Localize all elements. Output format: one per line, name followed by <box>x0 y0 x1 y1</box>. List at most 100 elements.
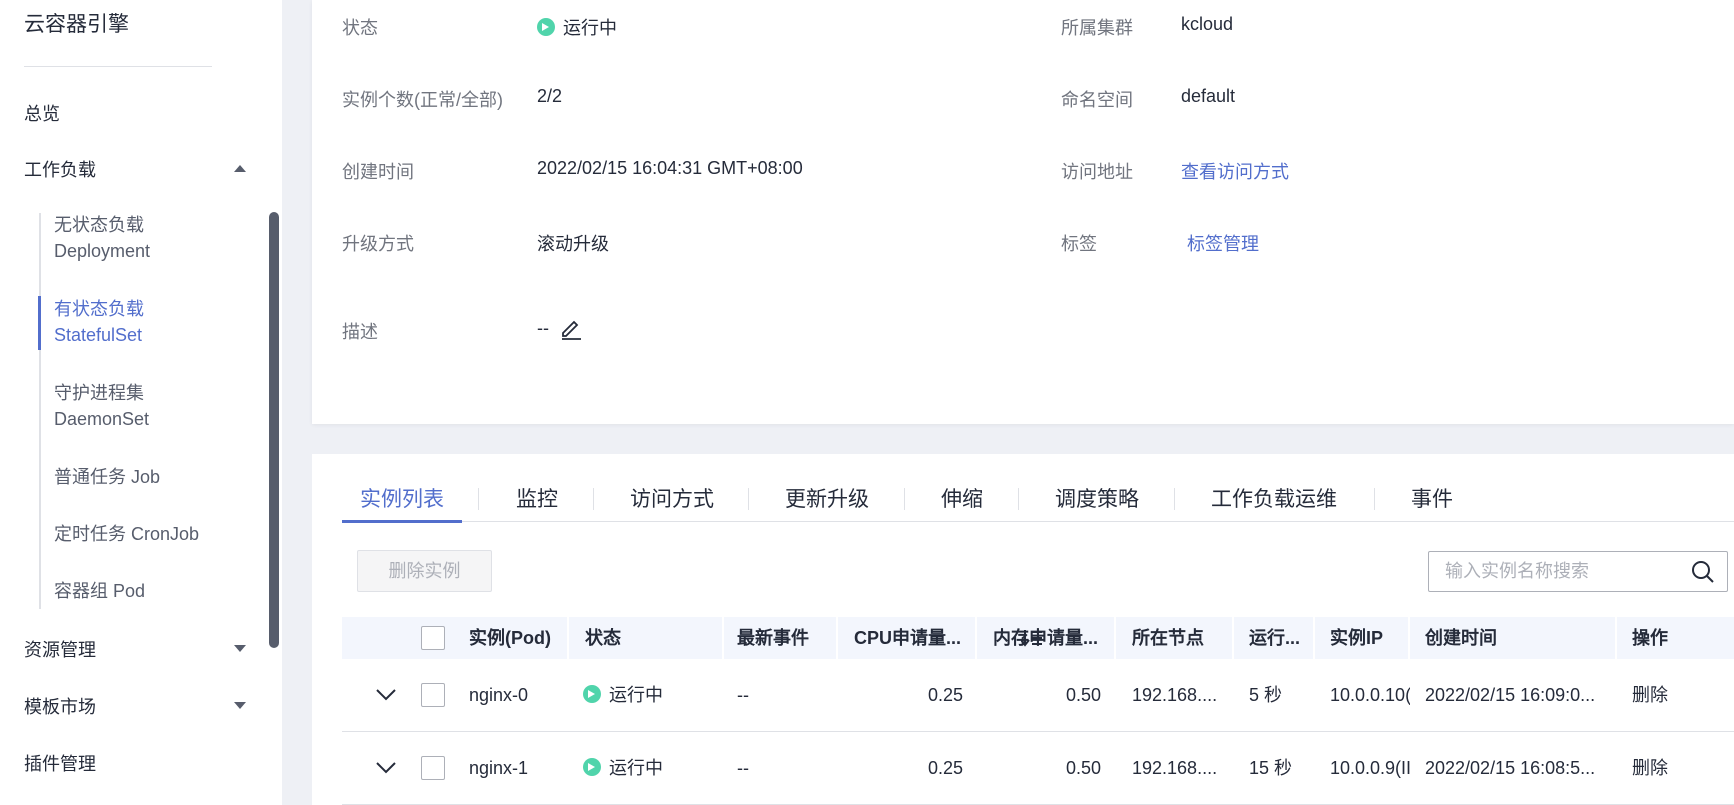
instances-label: 实例个数(正常/全部) <box>342 90 503 110</box>
pod-node-link[interactable]: 192.168.... <box>1132 732 1227 804</box>
column-divider <box>567 617 569 659</box>
delete-instance-button[interactable]: 删除实例 <box>357 550 492 592</box>
created-label: 创建时间 <box>342 162 414 182</box>
pod-cpu: 0.25 <box>927 685 963 705</box>
tab-instance-list[interactable]: 实例列表 <box>360 483 444 513</box>
pod-memory: 0.50 <box>1065 758 1101 778</box>
tab-events[interactable]: 事件 <box>1411 483 1453 513</box>
status-text: 运行中 <box>609 758 663 778</box>
tab-divider <box>1174 488 1175 510</box>
select-all-checkbox[interactable] <box>421 626 445 650</box>
delete-pod-link[interactable]: 删除 <box>1632 732 1692 804</box>
access-label: 访问地址 <box>1061 162 1133 182</box>
tab-monitoring[interactable]: 监控 <box>516 483 558 513</box>
header-cpu: CPU申请量... <box>854 628 962 648</box>
upgrade-value: 滚动升级 <box>537 234 609 254</box>
column-divider <box>1408 617 1410 659</box>
sidebar-item-label: 有状态负载 <box>54 299 144 319</box>
tab-divider <box>1018 488 1019 510</box>
status-text: 运行中 <box>609 685 663 705</box>
tab-scaling[interactable]: 伸缩 <box>941 483 983 513</box>
pod-status: 运行中 <box>583 732 713 804</box>
namespace-label: 命名空间 <box>1061 90 1133 110</box>
sidebar-item-cronjob[interactable]: 定时任务 CronJob <box>54 521 199 547</box>
sidebar-item-pod[interactable]: 容器组 Pod <box>54 578 145 604</box>
pod-node-link[interactable]: 192.168.... <box>1132 659 1227 731</box>
running-icon <box>583 685 601 703</box>
caret-down-icon[interactable] <box>234 702 246 709</box>
table-row: nginx-0 运行中 -- 0.25 0.50 192.168.... 5 秒… <box>342 659 1734 732</box>
pod-ip: 10.0.0.9(II <box>1330 758 1410 778</box>
pod-ip: 10.0.0.10( <box>1330 685 1410 705</box>
tab-divider <box>748 488 749 510</box>
instances-value: 2/2 <box>537 86 563 106</box>
edit-icon[interactable] <box>559 316 583 340</box>
status-label: 状态 <box>342 18 378 38</box>
sidebar-scrollbar[interactable] <box>269 212 279 648</box>
row-checkbox[interactable] <box>421 756 445 780</box>
cluster-label: 所属集群 <box>1061 18 1133 38</box>
tab-scheduling[interactable]: 调度策略 <box>1055 483 1139 513</box>
column-divider <box>1232 617 1234 659</box>
row-checkbox[interactable] <box>421 683 445 707</box>
sidebar-item-statefulset[interactable]: 有状态负载 StatefulSet <box>54 296 144 348</box>
tab-divider <box>904 488 905 510</box>
sidebar-item-resource[interactable]: 资源管理 <box>24 636 96 662</box>
sidebar-item-daemonset[interactable]: 守护进程集 DaemonSet <box>54 380 149 432</box>
tags-label: 标签 <box>1061 234 1097 254</box>
tab-workload-ops[interactable]: 工作负载运维 <box>1211 483 1337 513</box>
sidebar-item-plugin[interactable]: 插件管理 <box>24 750 96 776</box>
header-created: 创建时间 <box>1425 628 1497 648</box>
header-status: 状态 <box>585 628 621 648</box>
sidebar-title: 云容器引擎 <box>24 13 129 36</box>
column-divider <box>1114 617 1116 659</box>
view-access-link[interactable]: 查看访问方式 <box>1181 158 1289 184</box>
chevron-down-icon[interactable] <box>375 761 397 775</box>
sidebar-item-label: 无状态负载 <box>54 215 144 235</box>
status-text: 运行中 <box>563 18 617 38</box>
search-input[interactable] <box>1429 552 1679 591</box>
header-pod: 实例(Pod) <box>469 628 551 648</box>
column-divider <box>1313 617 1315 659</box>
tab-divider <box>593 488 594 510</box>
caret-down-icon[interactable] <box>234 645 246 652</box>
header-action: 操作 <box>1632 628 1668 648</box>
tab-access[interactable]: 访问方式 <box>630 483 714 513</box>
namespace-value: default <box>1181 86 1236 106</box>
pod-status: 运行中 <box>583 659 713 731</box>
manage-tags-link[interactable]: 标签管理 <box>1187 230 1259 256</box>
running-icon <box>537 18 555 36</box>
pod-runtime: 15 秒 <box>1249 758 1293 778</box>
pod-event: -- <box>737 758 749 778</box>
sidebar-item-deployment[interactable]: 无状态负载 Deployment <box>54 212 150 264</box>
sidebar-item-overview[interactable]: 总览 <box>24 100 60 126</box>
pod-name: nginx-0 <box>469 685 529 705</box>
sidebar-item-job[interactable]: 普通任务 Job <box>54 464 160 490</box>
tab-bar: 实例列表 监控 访问方式 更新升级 伸缩 调度策略 工作负载运维 事件 <box>342 478 1734 523</box>
delete-pod-link[interactable]: 删除 <box>1632 659 1692 731</box>
table-row: nginx-1 运行中 -- 0.25 0.50 192.168.... 15 … <box>342 732 1734 805</box>
column-divider <box>975 617 977 659</box>
sidebar-item-sublabel: DaemonSet <box>54 409 150 429</box>
pod-event: -- <box>737 685 749 705</box>
pod-runtime: 5 秒 <box>1249 685 1283 705</box>
sidebar-item-workload[interactable]: 工作负载 <box>24 156 96 182</box>
search-icon[interactable] <box>1691 560 1715 584</box>
header-event: 最新事件 <box>737 628 809 648</box>
workload-detail-card <box>312 0 1734 424</box>
cluster-value: kcloud <box>1181 14 1234 34</box>
tab-upgrade[interactable]: 更新升级 <box>785 483 869 513</box>
desc-value: -- <box>537 318 549 338</box>
sidebar-item-template[interactable]: 模板市场 <box>24 693 96 719</box>
column-divider <box>1615 617 1617 659</box>
pod-created: 2022/02/15 16:08:5... <box>1425 758 1596 778</box>
tab-divider <box>1374 488 1375 510</box>
column-divider <box>836 617 838 659</box>
caret-up-icon[interactable] <box>234 165 246 172</box>
sidebar-divider <box>24 66 212 67</box>
header-node: 所在节点 <box>1132 628 1204 648</box>
table-header: 实例(Pod) 状态 最新事件 CPU申请量... 内存申请量... 所在节点 … <box>342 617 1734 659</box>
chevron-down-icon[interactable] <box>375 688 397 702</box>
header-runtime: 运行... <box>1249 628 1301 648</box>
pod-memory: 0.50 <box>1065 685 1101 705</box>
